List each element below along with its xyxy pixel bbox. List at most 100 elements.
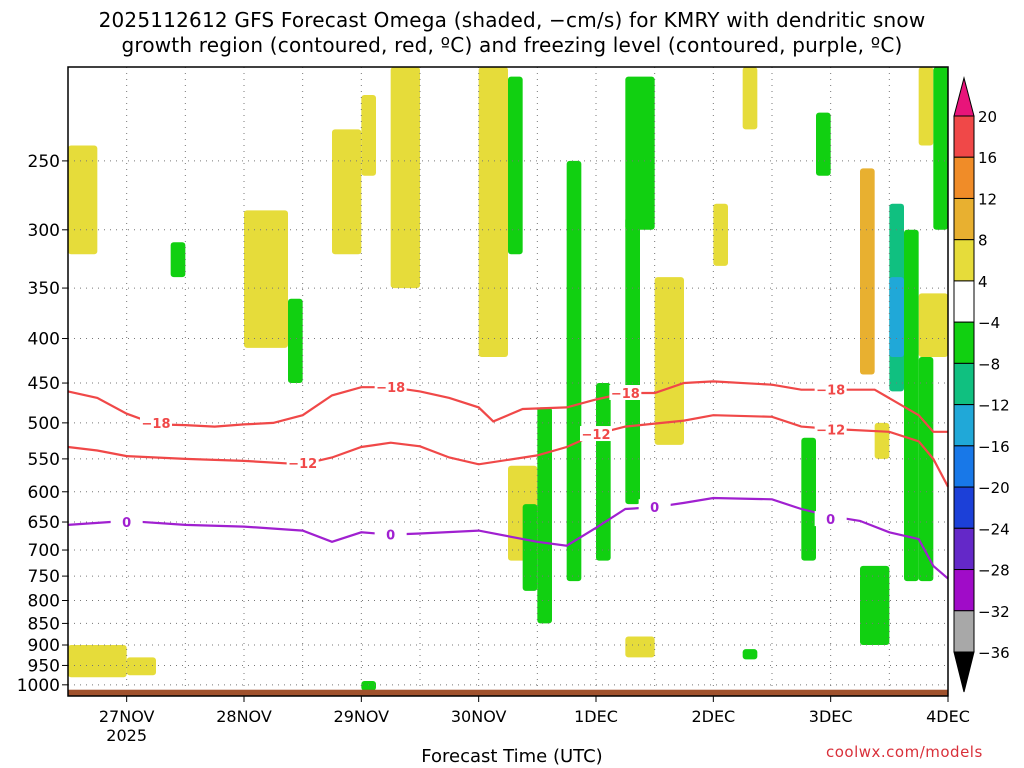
omega-shade-15 <box>918 293 948 357</box>
x-tick-label-2: 29NOV <box>334 707 390 726</box>
omega-shade-25 <box>625 76 655 230</box>
y-tick-label-800: 800 <box>28 591 60 611</box>
y-axis: 2503003504004505005506006507007508008509… <box>17 152 68 696</box>
omega-shade-27 <box>816 112 831 176</box>
omega-shade-9 <box>654 277 684 445</box>
omega-shade-6 <box>390 67 420 289</box>
omega-shade-23 <box>596 383 611 561</box>
contour-label-2-2: 0 <box>650 501 659 516</box>
colorbar-label-13: −36 <box>978 644 1010 662</box>
y-tick-label-750: 750 <box>28 567 60 587</box>
chart-canvas: −18 −18 −18 −18 −12 −12 −12 0 0 0 0 250 300 350 400 45… <box>17 66 1010 745</box>
omega-shade-32 <box>933 67 948 230</box>
contour-label-0-0: −18 <box>142 417 171 432</box>
x-tick-label-3: 30NOV <box>451 707 507 726</box>
colorbar-label-5: −4 <box>978 314 1000 332</box>
colorbar-bin-9 <box>953 445 975 488</box>
colorbar-bin-8 <box>953 404 975 447</box>
omega-shade-24 <box>625 216 640 505</box>
y-tick-label-400: 400 <box>28 330 60 350</box>
contour-label-2-1: 0 <box>386 529 395 544</box>
x-tick-label-6: 3DEC <box>809 707 853 726</box>
colorbar-bin-13 <box>953 610 975 653</box>
colorbar-label-2: 12 <box>978 190 997 208</box>
omega-shade-31 <box>918 356 934 582</box>
x-axis: 27NOV 28NOV 29NOV 30NOV 1DEC 2DEC 3DEC 4DEC 2025 <box>99 696 970 745</box>
omega-shade-16 <box>874 422 890 459</box>
x-year-label: 2025 <box>106 726 147 745</box>
contour-label-0-1: −18 <box>376 381 405 396</box>
y-tick-label-600: 600 <box>28 483 60 503</box>
colorbar-label-7: −12 <box>978 397 1010 415</box>
ground-layer <box>68 689 948 696</box>
y-tick-label-250: 250 <box>28 152 60 172</box>
colorbar-label-11: −28 <box>978 562 1010 580</box>
omega-shade-22 <box>566 160 582 582</box>
colorbar-bin-1 <box>953 115 975 158</box>
omega-shade-20 <box>522 504 538 591</box>
omega-shade-5 <box>361 95 376 176</box>
omega-shade-28 <box>860 565 890 646</box>
omega-shade-13 <box>860 168 875 375</box>
colorbar-label-0: 20 <box>978 108 997 126</box>
y-tick-label-950: 950 <box>28 656 60 676</box>
colorbar-bin-3 <box>953 197 975 241</box>
colorbar: 20 16 12 8 4 −4 −8 −12 −16 −20 −24 −28 −32 −36 <box>953 76 1010 693</box>
colorbar-label-10: −24 <box>978 520 1010 538</box>
omega-shade-0 <box>68 145 98 255</box>
x-tick-label-5: 2DEC <box>691 707 735 726</box>
omega-shade-19 <box>508 76 523 255</box>
colorbar-bin-10 <box>953 486 975 529</box>
colorbar-label-1: 16 <box>978 149 997 167</box>
y-tick-label-350: 350 <box>28 279 60 299</box>
colorbar-bin-11 <box>953 527 975 571</box>
colorbar-bin-6 <box>953 321 975 364</box>
colorbar-bin-5 <box>953 280 975 323</box>
omega-shade-10 <box>625 636 655 658</box>
colorbar-label-6: −8 <box>978 355 1000 373</box>
x-tick-label-7: 4DEC <box>926 707 970 726</box>
omega-shade-7 <box>478 67 508 357</box>
omega-shade-21 <box>537 407 552 624</box>
omega-shade-2 <box>126 657 156 676</box>
y-tick-label-450: 450 <box>28 374 60 394</box>
omega-shade-34 <box>361 681 376 691</box>
y-tick-label-900: 900 <box>28 636 60 656</box>
contour-label-2-0: 0 <box>122 516 131 531</box>
y-tick-label-1000: 1000 <box>17 676 60 696</box>
omega-shade-4 <box>332 129 362 255</box>
colorbar-bin-12 <box>953 569 975 612</box>
y-tick-label-650: 650 <box>28 513 60 533</box>
colorbar-bin-4 <box>953 239 975 282</box>
ground-surface <box>68 689 948 696</box>
y-tick-label-850: 850 <box>28 614 60 634</box>
colorbar-bin-2 <box>953 156 975 199</box>
colorbar-label-9: −20 <box>978 479 1010 497</box>
omega-shade-3 <box>244 210 288 348</box>
contour-label-1-0: −12 <box>288 457 317 472</box>
credit-link[interactable]: coolwx.com/models <box>826 743 983 761</box>
omega-shade-11 <box>713 203 728 266</box>
contour-label-0-3: −18 <box>816 384 845 399</box>
y-tick-label-500: 500 <box>28 414 60 434</box>
x-tick-label-4: 1DEC <box>574 707 618 726</box>
y-tick-label-550: 550 <box>28 450 60 470</box>
omega-shade-1 <box>68 645 127 678</box>
colorbar-label-12: −32 <box>978 603 1010 621</box>
omega-shade-17 <box>170 242 186 278</box>
colorbar-label-3: 8 <box>978 232 988 250</box>
omega-shade-30 <box>904 229 919 582</box>
colorbar-top-arrow <box>953 76 975 117</box>
contour-label-1-2: −12 <box>816 424 845 439</box>
colorbar-bin-7 <box>953 362 975 406</box>
omega-shade-35 <box>742 649 758 660</box>
omega-shade-18 <box>288 298 303 384</box>
y-tick-label-300: 300 <box>28 221 60 241</box>
omega-shade-14 <box>918 67 934 146</box>
contour-label-0-2: −18 <box>611 387 640 402</box>
y-tick-label-700: 700 <box>28 541 60 561</box>
colorbar-label-8: −16 <box>978 438 1010 456</box>
x-tick-label-0: 27NOV <box>99 707 155 726</box>
omega-shade-33 <box>889 277 904 357</box>
contour-label-2-3: 0 <box>826 513 835 528</box>
